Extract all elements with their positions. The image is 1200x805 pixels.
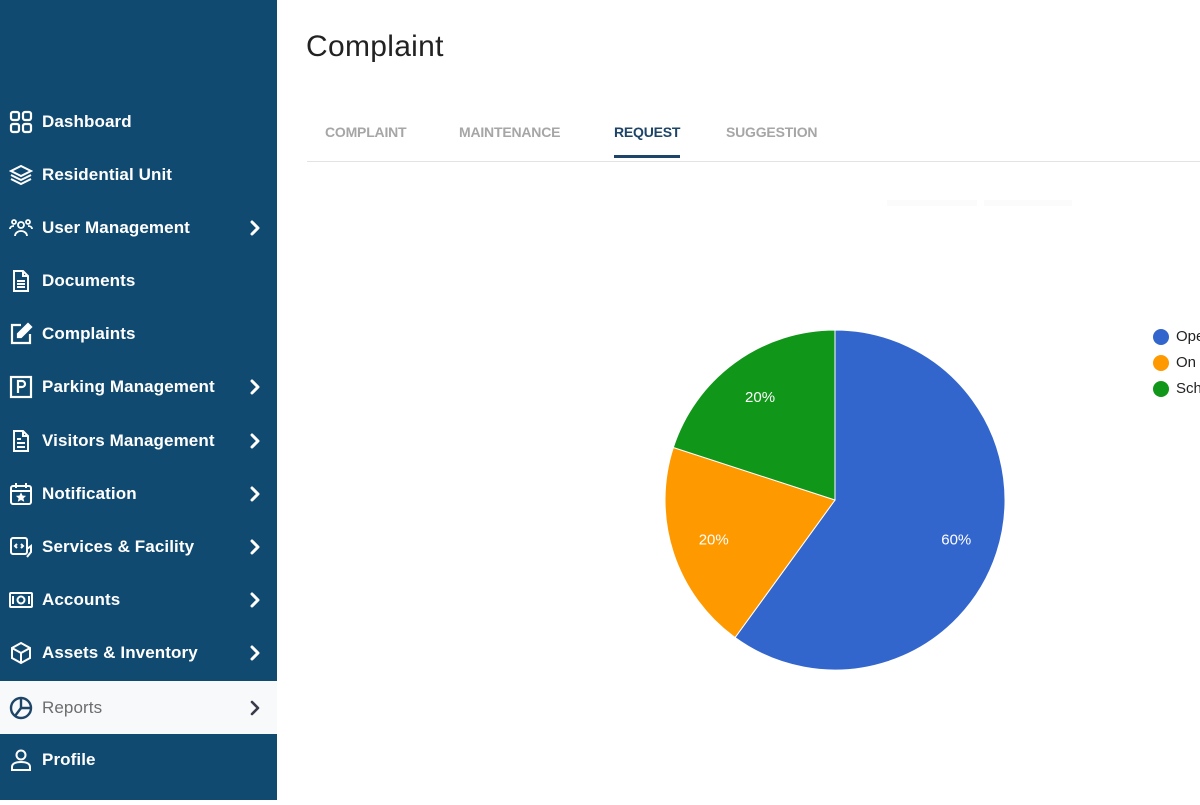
sidebar-item-documents[interactable]: Documents [0, 255, 277, 307]
sidebar-item-label: Dashboard [42, 112, 132, 131]
legend-swatch [1153, 380, 1169, 397]
document-icon [9, 269, 33, 293]
user-icon [9, 748, 33, 772]
legend-label: Sch [1176, 380, 1200, 397]
legend-swatch [1153, 328, 1169, 345]
pie-chart-icon [9, 696, 33, 720]
sidebar-item-label: Visitors Management [42, 431, 215, 450]
sidebar-item-label: Assets & Inventory [42, 643, 198, 662]
pie-slice-label: 20% [699, 531, 729, 548]
money-icon [9, 588, 33, 612]
sidebar-item-assets-and-inventory[interactable]: Assets & Inventory [0, 627, 277, 679]
visitor-document-icon [9, 429, 33, 453]
sidebar-item-reports[interactable]: Reports [0, 681, 277, 734]
sidebar-item-label: Notification [42, 484, 137, 503]
legend-swatch [1153, 354, 1169, 371]
sidebar-item-user-management[interactable]: User Management [0, 202, 277, 254]
sidebar-item-visitors-management[interactable]: Visitors Management [0, 415, 277, 467]
pie-chart: 60% 20% 20% Ope On Sch [277, 0, 1200, 800]
sidebar-item-label: Documents [42, 271, 136, 290]
legend-label: On [1176, 354, 1197, 371]
sidebar-item-parking-management[interactable]: Parking Management [0, 361, 277, 413]
sidebar-item-label: Accounts [42, 590, 121, 609]
legend-item[interactable]: Ope [1153, 328, 1200, 345]
chevron-right-icon[interactable] [247, 539, 263, 555]
sidebar-item-label: Parking Management [42, 377, 215, 396]
chevron-right-icon[interactable] [247, 433, 263, 449]
services-icon [9, 535, 33, 559]
chevron-right-icon[interactable] [247, 486, 263, 502]
sidebar-item-services-and-facility[interactable]: Services & Facility [0, 521, 277, 573]
chevron-right-icon[interactable] [247, 220, 263, 236]
sidebar-item-notification[interactable]: Notification [0, 468, 277, 520]
edit-icon [9, 322, 33, 346]
sidebar-item-residential-unit[interactable]: Residential Unit [0, 149, 277, 201]
pie-chart-svg: 60% 20% 20% [664, 329, 1006, 671]
legend-item[interactable]: Sch [1153, 380, 1200, 397]
grid-icon [9, 110, 33, 134]
main-content: Complaint COMPLAINT MAINTENANCE REQUEST … [277, 0, 1200, 800]
pie-slice-label: 20% [745, 389, 775, 406]
chevron-right-icon[interactable] [247, 700, 263, 716]
sidebar-item-label: Residential Unit [42, 165, 173, 184]
sidebar-item-label: Profile [42, 750, 96, 769]
users-icon [9, 216, 33, 240]
sidebar-item-complaints[interactable]: Complaints [0, 308, 277, 360]
sidebar-item-accounts[interactable]: Accounts [0, 574, 277, 626]
sidebar-item-label: User Management [42, 218, 190, 237]
sidebar-item-profile[interactable]: Profile [0, 734, 277, 786]
sidebar-item-label: Reports [42, 697, 103, 717]
box-icon [9, 641, 33, 665]
legend-label: Ope [1176, 328, 1200, 345]
sidebar: Dashboard Residential Unit User Management… [0, 0, 277, 800]
sidebar-item-dashboard[interactable]: Dashboard [0, 96, 277, 148]
chevron-right-icon[interactable] [247, 645, 263, 661]
sidebar-item-label: Complaints [42, 324, 136, 343]
calendar-star-icon [9, 482, 33, 506]
layers-icon [9, 163, 33, 187]
legend-item[interactable]: On [1153, 354, 1196, 371]
pie-slice-label: 60% [941, 531, 971, 548]
parking-icon [9, 375, 33, 399]
chevron-right-icon[interactable] [247, 379, 263, 395]
chevron-right-icon[interactable] [247, 592, 263, 608]
sidebar-item-label: Services & Facility [42, 537, 195, 556]
